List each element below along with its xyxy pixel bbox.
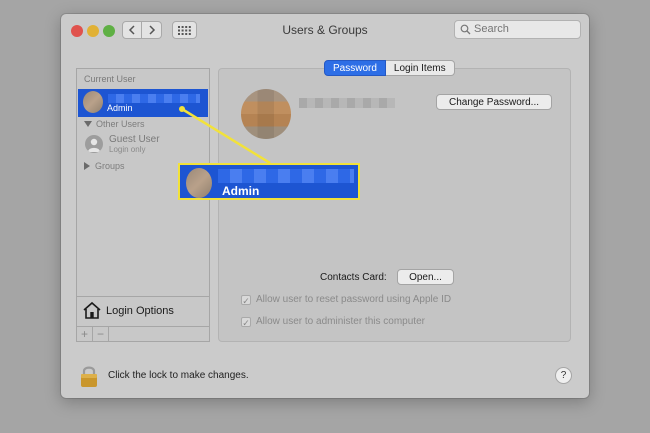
- users-groups-window: Users & Groups Current User Admin Other …: [61, 14, 589, 398]
- admin-highlight-callout: Admin: [178, 163, 360, 200]
- open-contacts-card-button[interactable]: Open...: [397, 269, 454, 285]
- sidebar-item-guest-user[interactable]: Guest User Login only: [83, 133, 207, 157]
- disclosure-right-icon: [84, 162, 90, 170]
- house-icon: [83, 301, 101, 319]
- groups-disclosure[interactable]: Groups: [84, 161, 125, 171]
- redacted-username: [108, 94, 200, 103]
- title-bar: Users & Groups: [61, 14, 589, 51]
- lock-icon[interactable]: [79, 364, 99, 388]
- tab-bar: Password Login Items: [324, 60, 455, 76]
- user-picture[interactable]: [241, 89, 291, 139]
- groups-heading: Groups: [95, 161, 125, 171]
- checkmark-icon[interactable]: ✓: [241, 294, 251, 306]
- sidebar-toolbar: + −: [77, 326, 209, 341]
- current-user-heading: Current User: [84, 74, 136, 84]
- change-password-button[interactable]: Change Password...: [436, 94, 552, 110]
- login-options-label: Login Options: [106, 305, 174, 317]
- redacted-username: [218, 169, 354, 183]
- tab-login-items[interactable]: Login Items: [385, 60, 455, 76]
- checkmark-icon[interactable]: ✓: [241, 316, 251, 328]
- sidebar-item-login-options[interactable]: Login Options: [77, 296, 209, 326]
- callout-admin-label: Admin: [222, 184, 260, 198]
- administer-label: Allow user to administer this computer: [256, 316, 425, 327]
- avatar: [83, 91, 103, 113]
- reset-password-label: Allow user to reset password using Apple…: [256, 294, 452, 305]
- redacted-full-name: [299, 98, 395, 108]
- disclosure-down-icon: [84, 121, 92, 127]
- search-icon: [460, 24, 471, 35]
- avatar: [186, 168, 212, 198]
- guest-user-sub: Login only: [109, 145, 146, 154]
- remove-user-button[interactable]: −: [93, 327, 109, 341]
- lock-instruction: Click the lock to make changes.: [108, 370, 249, 381]
- search-input[interactable]: [474, 23, 574, 35]
- administer-checkbox-row[interactable]: ✓ Allow user to administer this computer: [241, 316, 425, 328]
- search-field[interactable]: [454, 20, 581, 39]
- other-users-disclosure[interactable]: Other Users: [84, 119, 145, 129]
- tab-password[interactable]: Password: [324, 60, 386, 76]
- user-silhouette-icon: [85, 135, 103, 153]
- add-user-button[interactable]: +: [77, 327, 93, 341]
- sidebar-item-current-user[interactable]: Admin: [78, 89, 208, 117]
- guest-user-name: Guest User: [109, 134, 160, 145]
- contacts-card-label: Contacts Card:: [320, 272, 387, 283]
- current-user-role: Admin: [107, 103, 133, 113]
- other-users-heading: Other Users: [96, 119, 145, 129]
- users-sidebar: Current User Admin Other Users Guest Use…: [76, 68, 210, 342]
- reset-password-checkbox-row[interactable]: ✓ Allow user to reset password using App…: [241, 294, 452, 306]
- help-button[interactable]: ?: [555, 367, 572, 384]
